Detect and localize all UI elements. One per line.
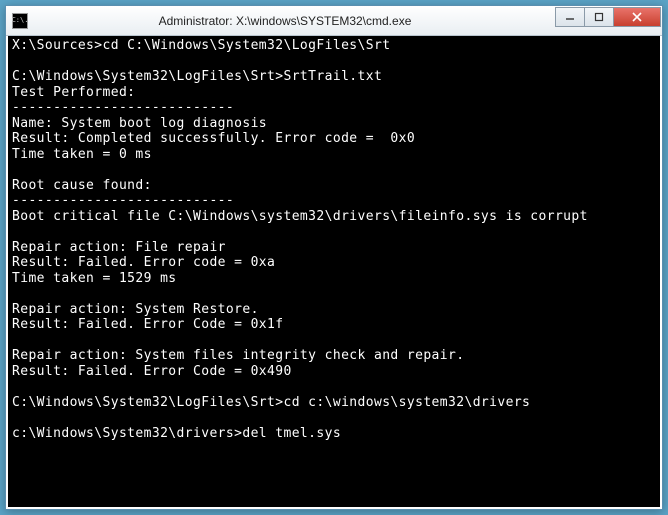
terminal-line [12,224,656,240]
terminal-line: Boot critical file C:\Windows\system32\d… [12,209,656,225]
terminal-line: Name: System boot log diagnosis [12,116,656,132]
terminal-line: Result: Failed. Error Code = 0x1f [12,317,656,333]
terminal-line: C:\Windows\System32\LogFiles\Srt>SrtTrai… [12,69,656,85]
terminal-output[interactable]: X:\Sources>cd C:\Windows\System32\LogFil… [6,36,662,509]
terminal-line: --------------------------- [12,193,656,209]
terminal-line: Time taken = 1529 ms [12,271,656,287]
terminal-line: C:\Windows\System32\LogFiles\Srt>cd c:\w… [12,395,656,411]
close-button[interactable] [613,7,661,27]
cmd-window: C:\. Administrator: X:\windows\SYSTEM32\… [5,5,663,510]
terminal-line [12,286,656,302]
terminal-line [12,410,656,426]
terminal-line: --------------------------- [12,100,656,116]
terminal-line: Result: Completed successfully. Error co… [12,131,656,147]
window-title: Administrator: X:\windows\SYSTEM32\cmd.e… [34,14,556,28]
terminal-line: Test Performed: [12,85,656,101]
terminal-line [12,333,656,349]
terminal-line: c:\Windows\System32\drivers>del tmel.sys [12,426,656,442]
terminal-line [12,162,656,178]
terminal-line: Result: Failed. Error Code = 0x490 [12,364,656,380]
titlebar[interactable]: C:\. Administrator: X:\windows\SYSTEM32\… [6,6,662,36]
cmd-icon: C:\. [12,13,28,29]
terminal-line: Repair action: System Restore. [12,302,656,318]
terminal-line: X:\Sources>cd C:\Windows\System32\LogFil… [12,38,656,54]
terminal-line: Root cause found: [12,178,656,194]
terminal-line [12,379,656,395]
terminal-line: Repair action: System files integrity ch… [12,348,656,364]
terminal-line [12,54,656,70]
terminal-line: Result: Failed. Error code = 0xa [12,255,656,271]
terminal-line: Repair action: File repair [12,240,656,256]
maximize-button[interactable] [584,7,614,27]
window-controls [556,7,661,27]
cmd-icon-label: C:\. [12,17,29,24]
minimize-button[interactable] [555,7,585,27]
terminal-line: Time taken = 0 ms [12,147,656,163]
